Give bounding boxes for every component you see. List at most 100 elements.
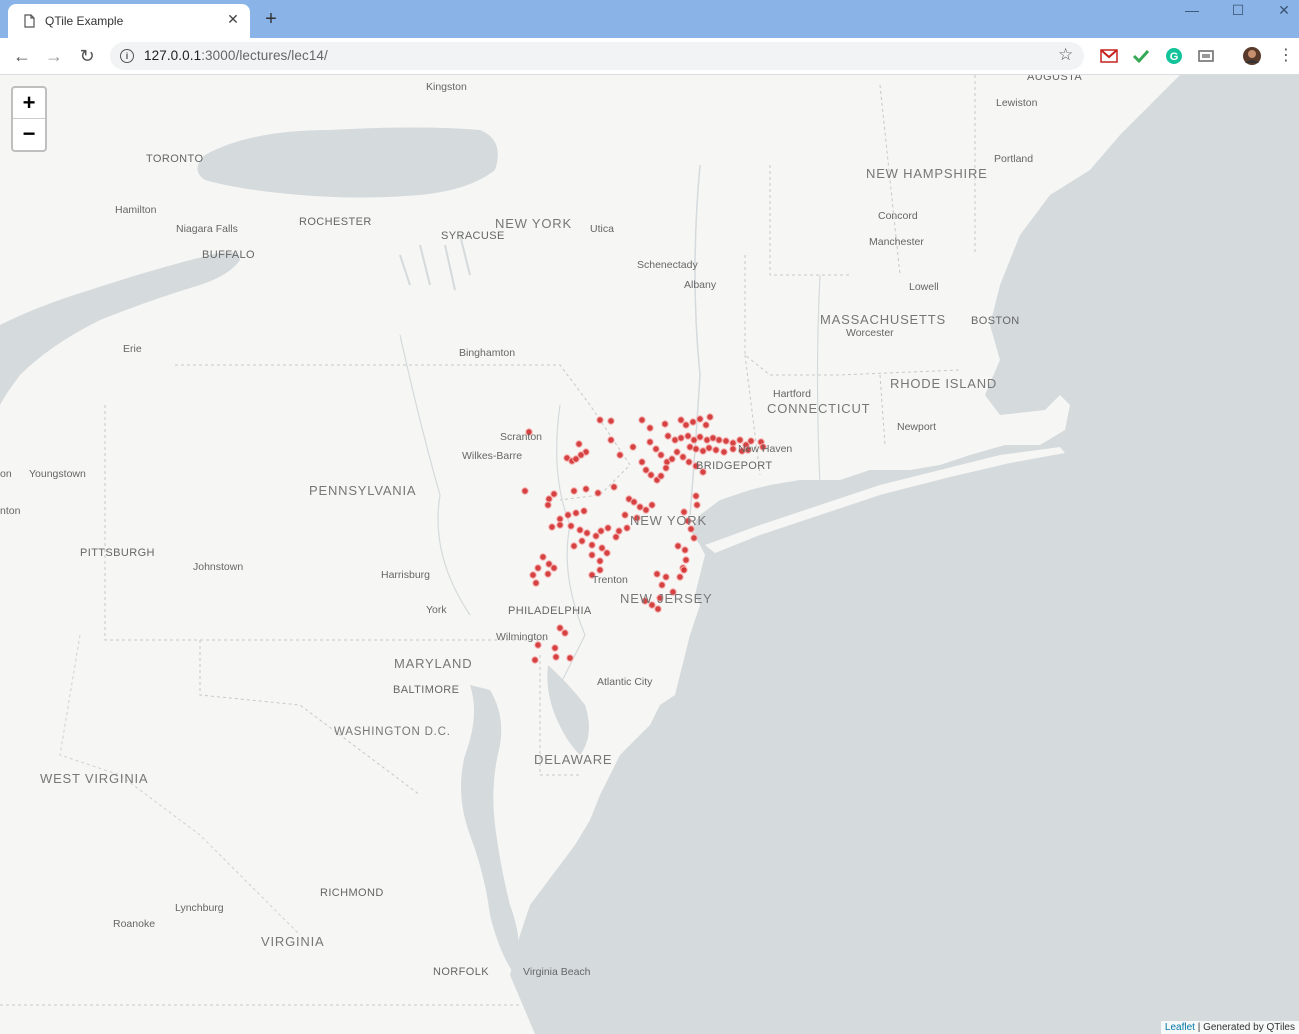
- data-marker[interactable]: [692, 492, 700, 500]
- data-marker[interactable]: [604, 524, 612, 532]
- data-marker[interactable]: [583, 529, 591, 537]
- data-marker[interactable]: [621, 511, 629, 519]
- data-marker[interactable]: [596, 416, 604, 424]
- leaflet-link[interactable]: Leaflet: [1165, 1022, 1195, 1033]
- data-marker[interactable]: [576, 526, 584, 534]
- data-marker[interactable]: [692, 445, 700, 453]
- data-marker[interactable]: [629, 443, 637, 451]
- data-marker[interactable]: [531, 656, 539, 664]
- data-marker[interactable]: [548, 523, 556, 531]
- data-marker[interactable]: [706, 413, 714, 421]
- grammarly-icon[interactable]: G: [1165, 47, 1183, 65]
- data-marker[interactable]: [715, 436, 723, 444]
- data-marker[interactable]: [668, 455, 676, 463]
- data-marker[interactable]: [607, 436, 615, 444]
- data-marker[interactable]: [652, 445, 660, 453]
- data-marker[interactable]: [657, 472, 665, 480]
- browser-tab[interactable]: QTile Example ✕: [8, 4, 250, 38]
- zoom-in-button[interactable]: +: [13, 88, 45, 119]
- data-marker[interactable]: [682, 556, 690, 564]
- cast-extension-icon[interactable]: [1197, 47, 1215, 65]
- data-marker[interactable]: [564, 511, 572, 519]
- data-marker[interactable]: [570, 487, 578, 495]
- data-marker[interactable]: [630, 498, 638, 506]
- data-marker[interactable]: [690, 534, 698, 542]
- data-marker[interactable]: [689, 418, 697, 426]
- data-marker[interactable]: [580, 507, 588, 515]
- data-marker[interactable]: [570, 542, 578, 550]
- data-marker[interactable]: [561, 629, 569, 637]
- data-marker[interactable]: [671, 436, 679, 444]
- data-marker[interactable]: [615, 527, 623, 535]
- data-marker[interactable]: [686, 443, 694, 451]
- data-marker[interactable]: [662, 464, 670, 472]
- data-marker[interactable]: [610, 483, 618, 491]
- data-marker[interactable]: [722, 437, 730, 445]
- data-marker[interactable]: [636, 503, 644, 511]
- data-marker[interactable]: [642, 466, 650, 474]
- data-marker[interactable]: [588, 551, 596, 559]
- data-marker[interactable]: [607, 417, 615, 425]
- data-marker[interactable]: [647, 471, 655, 479]
- data-marker[interactable]: [690, 436, 698, 444]
- data-marker[interactable]: [699, 447, 707, 455]
- data-marker[interactable]: [603, 549, 611, 557]
- data-marker[interactable]: [594, 489, 602, 497]
- data-marker[interactable]: [657, 451, 665, 459]
- data-marker[interactable]: [729, 445, 737, 453]
- data-marker[interactable]: [703, 436, 711, 444]
- data-marker[interactable]: [693, 501, 701, 509]
- data-marker[interactable]: [597, 527, 605, 535]
- data-marker[interactable]: [654, 605, 662, 613]
- reload-icon[interactable]: ↻: [77, 46, 97, 66]
- data-marker[interactable]: [661, 420, 669, 428]
- data-marker[interactable]: [681, 546, 689, 554]
- data-marker[interactable]: [680, 566, 688, 574]
- tab-close-icon[interactable]: ✕: [225, 11, 241, 27]
- data-marker[interactable]: [612, 533, 620, 541]
- data-marker[interactable]: [556, 515, 564, 523]
- data-marker[interactable]: [676, 573, 684, 581]
- data-marker[interactable]: [662, 573, 670, 581]
- bookmark-star-icon[interactable]: ☆: [1058, 45, 1073, 65]
- data-marker[interactable]: [556, 624, 564, 632]
- data-marker[interactable]: [677, 434, 685, 442]
- back-arrow-icon[interactable]: ←: [12, 46, 32, 66]
- data-marker[interactable]: [572, 509, 580, 517]
- data-marker[interactable]: [552, 653, 560, 661]
- data-marker[interactable]: [646, 438, 654, 446]
- data-marker[interactable]: [598, 544, 606, 552]
- data-marker[interactable]: [544, 570, 552, 578]
- data-marker[interactable]: [551, 644, 559, 652]
- info-icon[interactable]: i: [120, 49, 134, 63]
- data-marker[interactable]: [578, 537, 586, 545]
- data-marker[interactable]: [556, 521, 564, 529]
- data-marker[interactable]: [539, 553, 547, 561]
- data-marker[interactable]: [592, 532, 600, 540]
- data-marker[interactable]: [616, 451, 624, 459]
- data-marker[interactable]: [712, 446, 720, 454]
- data-marker[interactable]: [646, 424, 654, 432]
- data-marker[interactable]: [682, 421, 690, 429]
- data-marker[interactable]: [582, 485, 590, 493]
- profile-avatar-icon[interactable]: [1243, 47, 1261, 65]
- data-marker[interactable]: [534, 564, 542, 572]
- menu-kebab-icon[interactable]: ⋮: [1276, 46, 1296, 66]
- data-marker[interactable]: [544, 501, 552, 509]
- data-marker[interactable]: [567, 522, 575, 530]
- data-marker[interactable]: [696, 415, 704, 423]
- data-marker[interactable]: [529, 571, 537, 579]
- data-marker[interactable]: [684, 432, 692, 440]
- forward-arrow-icon[interactable]: →: [44, 46, 64, 66]
- data-marker[interactable]: [575, 440, 583, 448]
- data-marker[interactable]: [545, 495, 553, 503]
- data-marker[interactable]: [588, 541, 596, 549]
- close-window-icon[interactable]: ✕: [1269, 2, 1299, 20]
- data-marker[interactable]: [532, 579, 540, 587]
- new-tab-button[interactable]: +: [262, 9, 280, 29]
- data-marker[interactable]: [653, 570, 661, 578]
- address-bar[interactable]: i 127.0.0.1:3000/lectures/lec14/ ☆: [110, 42, 1084, 70]
- gmail-icon[interactable]: [1100, 47, 1118, 65]
- data-marker[interactable]: [677, 416, 685, 424]
- data-marker[interactable]: [566, 654, 574, 662]
